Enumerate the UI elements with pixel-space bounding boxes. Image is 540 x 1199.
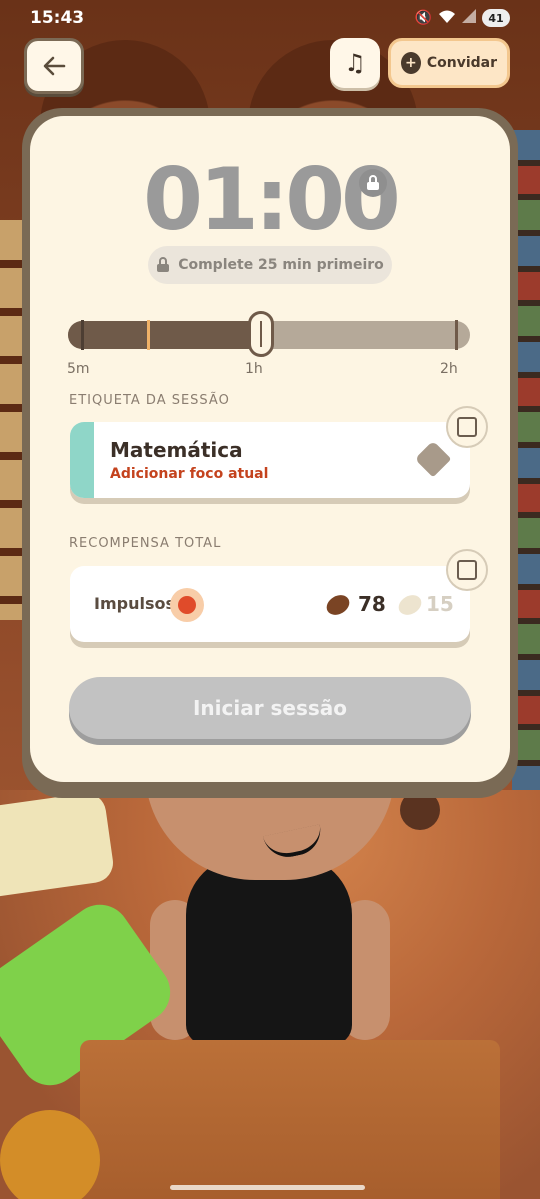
signal-icon — [462, 9, 476, 27]
label-color-strip — [70, 422, 94, 498]
reward-label: Impulsos — [94, 594, 175, 613]
session-label-heading: ETIQUETA DA SESSÃO — [69, 393, 230, 408]
wifi-icon — [438, 9, 456, 27]
status-icons: 🔇 41 — [415, 9, 510, 27]
edit-icon — [457, 560, 477, 580]
duration-slider-fill — [68, 321, 262, 349]
start-session-button[interactable]: Iniciar sessão — [69, 677, 471, 739]
tomato-icon — [170, 588, 204, 622]
arrow-left-icon — [43, 56, 66, 76]
timer-display: 01:00 — [143, 150, 401, 250]
slider-label-max: 2h — [440, 361, 458, 377]
lamp-base — [0, 1110, 100, 1199]
slider-label-mid: 1h — [245, 361, 263, 377]
music-button[interactable]: ♫ — [330, 38, 380, 88]
slider-label-min: 5m — [67, 361, 90, 377]
character-body — [186, 855, 352, 1045]
bookshelf — [0, 220, 22, 620]
lock-message: Complete 25 min primeiro — [178, 257, 384, 273]
battery-icon: 41 — [482, 9, 510, 27]
slider-tick — [455, 320, 458, 350]
slider-marker — [147, 320, 150, 350]
invite-label: Convidar — [426, 55, 497, 71]
music-note-icon: ♫ — [344, 49, 366, 77]
edit-icon — [457, 417, 477, 437]
lock-icon — [359, 169, 387, 197]
lock-message-pill: Complete 25 min primeiro — [148, 246, 392, 284]
session-label-card[interactable]: Matemática Adicionar foco atual — [70, 422, 470, 498]
home-indicator[interactable] — [170, 1185, 365, 1190]
white-bean-icon — [395, 591, 425, 619]
slider-tick — [81, 320, 84, 350]
tag-icon — [414, 440, 452, 478]
coffee-bean-icon — [323, 591, 353, 619]
mute-icon: 🔇 — [414, 10, 432, 26]
session-label-subtitle[interactable]: Adicionar foco atual — [110, 466, 268, 482]
session-label-title: Matemática — [110, 438, 243, 462]
add-person-icon: + — [401, 52, 421, 74]
edit-reward-button[interactable] — [446, 549, 488, 591]
back-button[interactable] — [24, 38, 84, 94]
status-time: 15:43 — [30, 8, 85, 28]
reward-card[interactable]: Impulsos 78 15 — [70, 566, 470, 642]
lock-icon — [157, 257, 170, 272]
invite-button[interactable]: + Convidar — [388, 38, 510, 88]
duration-slider-thumb[interactable] — [248, 311, 274, 357]
status-bar: 15:43 🔇 41 — [0, 0, 540, 36]
reward-heading: RECOMPENSA TOTAL — [69, 536, 222, 551]
edit-label-button[interactable] — [446, 406, 488, 448]
desk — [80, 1040, 500, 1199]
coffee-value: 78 — [358, 592, 386, 616]
bean-value: 15 — [426, 592, 454, 616]
